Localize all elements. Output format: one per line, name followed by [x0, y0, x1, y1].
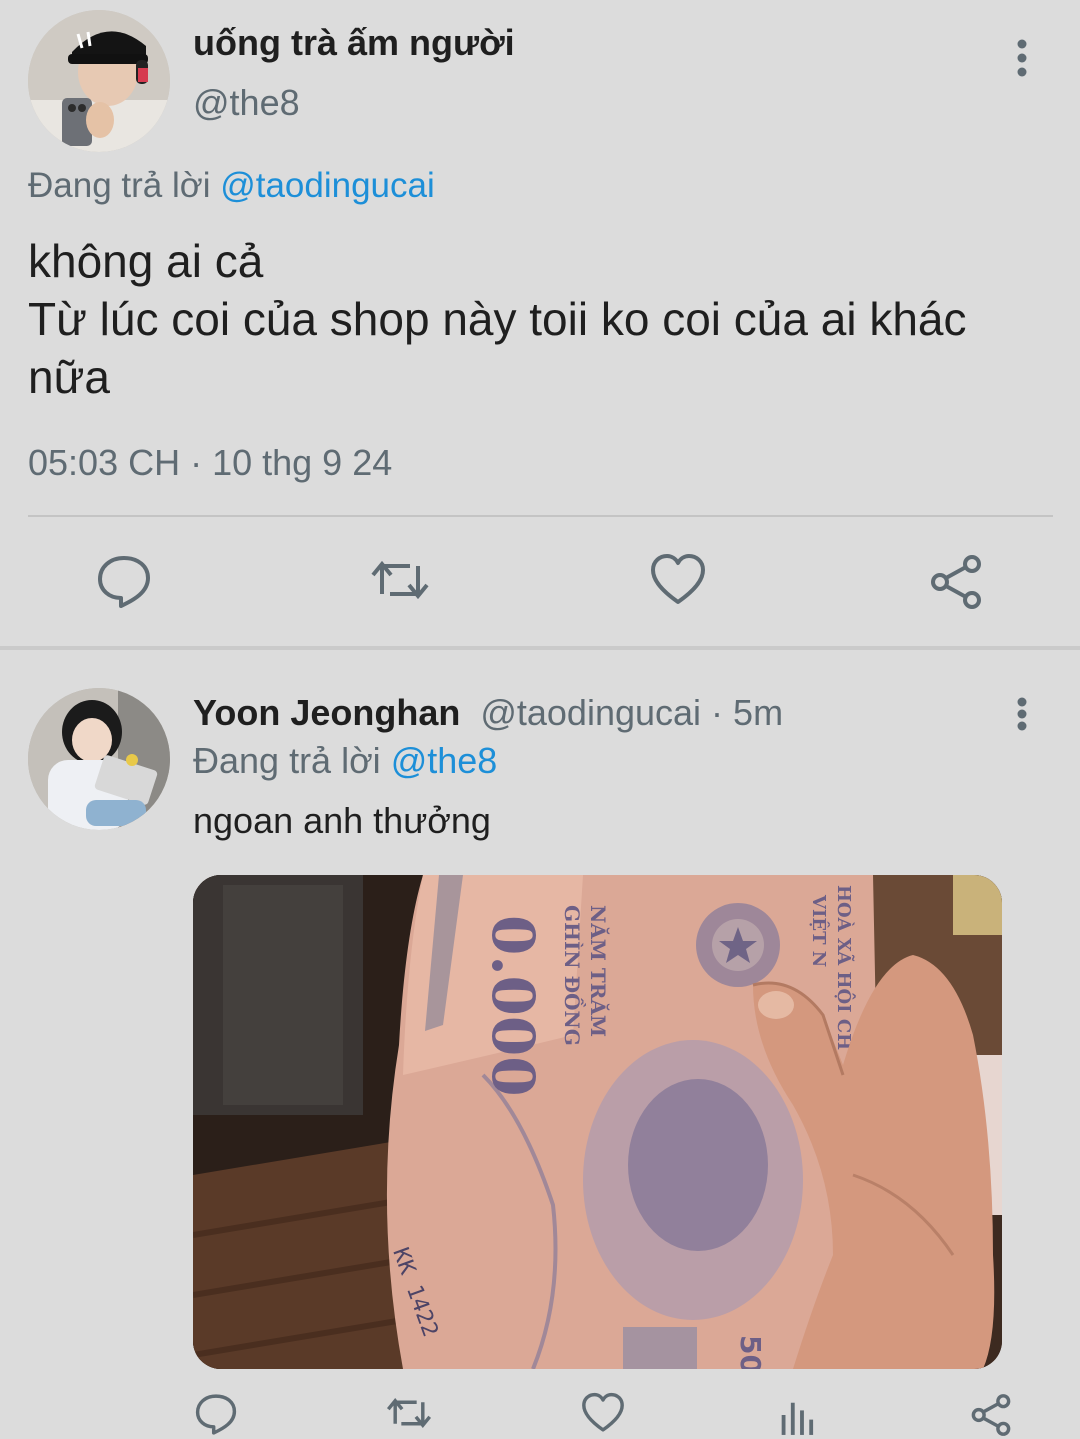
more-vertical-icon [1017, 697, 1027, 731]
replying-to-line: Đang trả lời @the8 [193, 740, 497, 782]
banknote-amount-text: 0.000 [479, 915, 547, 1097]
section-divider [0, 646, 1080, 650]
reply-button[interactable] [193, 1390, 239, 1436]
author-handle[interactable]: @the8 [193, 82, 300, 124]
reply-author-name[interactable]: Yoon Jeonghan [193, 692, 460, 733]
tweet-text: không ai cả Từ lúc coi của shop này toii… [28, 232, 1058, 406]
share-icon [971, 1394, 1011, 1436]
retweet-button[interactable] [386, 1390, 432, 1436]
tweet-thread-page: uống trà ấm người @the8 Đang trả lời @ta… [0, 0, 1080, 1439]
share-icon [931, 555, 981, 609]
reply-text: ngoan anh thưởng [193, 800, 491, 841]
banknote-country-line2: VIỆT N [808, 894, 831, 967]
replying-to-mention[interactable]: @the8 [391, 740, 498, 781]
author-display-name[interactable]: uống trà ấm người [193, 22, 515, 64]
replying-to-label: Đang trả lời [193, 740, 381, 781]
banknote-denomination-line1: NĂM TRĂM [586, 905, 611, 1037]
reply-icon [195, 1394, 237, 1435]
like-button[interactable] [580, 1390, 626, 1436]
banknote-denomination-line2: GHÌN ĐỒNG [560, 905, 587, 1046]
like-icon [651, 554, 705, 604]
more-options-button[interactable] [1008, 694, 1036, 738]
reply-header: Yoon Jeonghan @taodingucai · 5m [193, 692, 783, 734]
retweet-icon [386, 1398, 432, 1428]
views-button[interactable] [774, 1392, 820, 1438]
like-button[interactable] [648, 550, 708, 610]
avatar-photo-icon [28, 10, 170, 152]
views-icon [781, 1402, 814, 1435]
share-button[interactable] [926, 552, 986, 612]
like-icon [582, 1392, 624, 1432]
reply-author-avatar[interactable] [28, 688, 170, 830]
tweet-timestamp[interactable]: 05:03 CH · 10 thg 9 24 [28, 442, 392, 484]
tweet-text-line: nữa [28, 351, 110, 403]
banknote-country-line1: HOÀ XÃ HỘI CH [833, 885, 857, 1050]
banknote-corner-text: 50 [734, 1335, 767, 1369]
divider [28, 515, 1053, 517]
tweet-media-photo[interactable]: 0.000 NĂM TRĂM GHÌN ĐỒNG HOÀ XÃ HỘI CH V… [193, 875, 1002, 1369]
reply-time[interactable]: 5m [733, 692, 783, 733]
reply-icon [98, 556, 150, 608]
author-avatar[interactable] [28, 10, 170, 152]
reply-author-handle[interactable]: @taodingucai [480, 692, 701, 733]
more-options-button[interactable] [1008, 36, 1036, 80]
tweet-text-line: Từ lúc coi của shop này toii ko coi của … [28, 293, 967, 345]
retweet-button[interactable] [370, 550, 430, 610]
reply-button[interactable] [94, 550, 154, 610]
replying-to-label: Đang trả lời [28, 166, 211, 205]
share-button[interactable] [968, 1392, 1014, 1438]
meta-separator: · [701, 692, 734, 733]
avatar-photo-icon [28, 688, 170, 830]
main-tweet: uống trà ấm người @the8 Đang trả lời @ta… [0, 0, 1080, 648]
retweet-icon [371, 560, 429, 600]
banknote-photo: 0.000 NĂM TRĂM GHÌN ĐỒNG HOÀ XÃ HỘI CH V… [193, 875, 1002, 1369]
replying-to-line: Đang trả lời @taodingucai [28, 166, 435, 206]
tweet-text-line: không ai cả [28, 235, 264, 287]
replying-to-mention[interactable]: @taodingucai [220, 166, 435, 205]
more-vertical-icon [1017, 39, 1027, 77]
